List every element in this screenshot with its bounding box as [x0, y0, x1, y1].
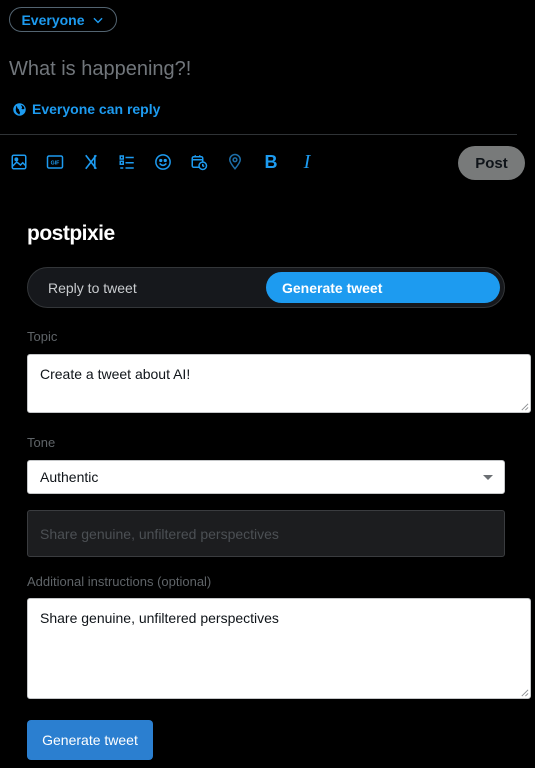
italic-icon[interactable]: I: [297, 152, 317, 172]
compose-toolbar: GIF B I: [0, 145, 535, 181]
additional-instructions-input[interactable]: Share genuine, unfiltered perspectives: [27, 598, 531, 699]
tab-generate-tweet[interactable]: Generate tweet: [266, 272, 500, 303]
audience-label: Everyone: [21, 11, 85, 28]
additional-instructions-label: Additional instructions (optional): [27, 574, 212, 589]
caret-down-icon: [483, 475, 493, 480]
chevron-down-icon: [92, 17, 103, 23]
resize-grip-icon[interactable]: [520, 688, 529, 697]
location-icon[interactable]: [225, 152, 245, 172]
resize-grip-icon[interactable]: [520, 402, 529, 411]
generate-tweet-button[interactable]: Generate tweet: [27, 720, 153, 760]
tone-selected-value: Authentic: [40, 469, 99, 485]
poll-icon[interactable]: [117, 152, 137, 172]
tone-label: Tone: [27, 435, 56, 450]
mode-toggle: Reply to tweet Generate tweet: [27, 267, 505, 308]
image-icon[interactable]: [9, 152, 29, 172]
compose-input[interactable]: What is happening?!: [9, 58, 191, 81]
topic-input[interactable]: Create a tweet about AI!: [27, 354, 531, 413]
emoji-icon[interactable]: [153, 152, 173, 172]
tone-description: Share genuine, unfiltered perspectives: [27, 510, 505, 557]
schedule-icon[interactable]: [189, 152, 209, 172]
svg-text:GIF: GIF: [51, 161, 61, 167]
brand-title: postpixie: [27, 222, 115, 245]
audience-selector[interactable]: Everyone: [9, 7, 117, 32]
globe-icon: [13, 102, 26, 116]
topic-label: Topic: [27, 329, 58, 344]
grok-icon[interactable]: [81, 152, 101, 172]
reply-setting-label: Everyone can reply: [32, 101, 161, 117]
topic-value: Create a tweet about AI!: [40, 366, 191, 382]
reply-setting-button[interactable]: Everyone can reply: [12, 101, 160, 117]
bold-icon[interactable]: B: [261, 152, 281, 172]
divider: [0, 134, 517, 135]
tab-reply-to-tweet[interactable]: Reply to tweet: [32, 272, 266, 303]
tone-select[interactable]: Authentic: [27, 460, 505, 494]
gif-icon[interactable]: GIF: [45, 152, 65, 172]
additional-instructions-value: Share genuine, unfiltered perspectives: [40, 610, 279, 626]
post-button[interactable]: Post: [458, 146, 525, 180]
